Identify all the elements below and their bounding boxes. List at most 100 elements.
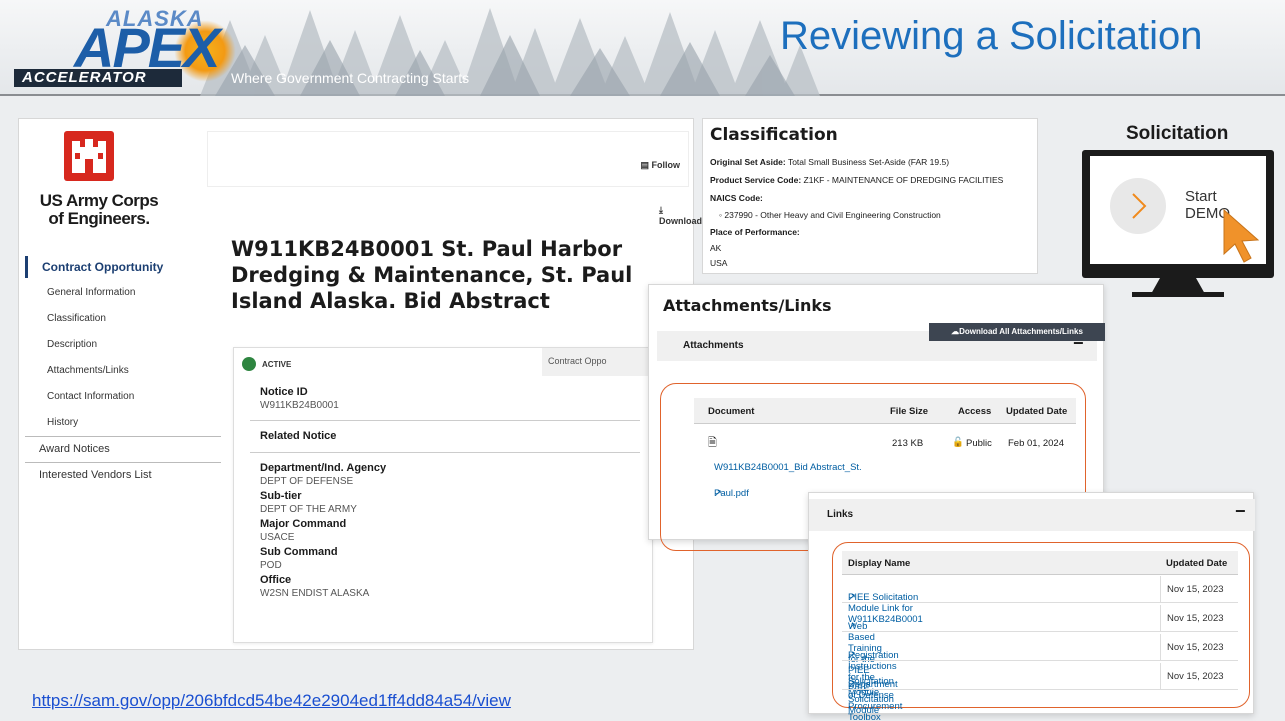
place-of-performance-label: Place of Performance:: [710, 227, 800, 237]
links-table-header: Display Name Updated Date: [842, 551, 1238, 575]
follow-label: Follow: [651, 160, 681, 170]
monitor-base: [1132, 292, 1224, 297]
col-updated-date: Updated Date: [1006, 406, 1068, 417]
naics-label: NAICS Code:: [710, 193, 763, 203]
attachments-heading: Attachments/Links: [663, 296, 832, 315]
logo-text-apex: APEX: [74, 16, 220, 79]
links-section-header[interactable]: Links: [809, 499, 1255, 531]
office-label: Office: [260, 574, 292, 586]
play-icon: [1110, 178, 1166, 234]
follow-icon: ▤: [640, 160, 652, 170]
department-value: DEPT OF DEFENSE: [260, 476, 354, 487]
set-aside-label: Original Set Aside:: [710, 157, 786, 167]
pop-country: USA: [710, 258, 728, 268]
nav-history[interactable]: History: [25, 410, 221, 436]
link-date: Nov 15, 2023: [1160, 605, 1224, 632]
updated-date-value: Feb 01, 2024: [1008, 438, 1064, 449]
download-all-label: Download All Attachments/Links: [959, 327, 1083, 336]
attachments-table-header: Document File Size Access Updated Date: [694, 398, 1076, 424]
demo-monitor[interactable]: Start DEMO: [1082, 150, 1274, 278]
classification-heading: Classification: [710, 125, 838, 145]
sub-command-value: POD: [260, 560, 282, 571]
col-document: Document: [708, 406, 755, 417]
nav-award-notices[interactable]: Award Notices: [25, 436, 221, 462]
related-notice-label: Related Notice: [260, 430, 337, 442]
slide-title: Reviewing a Solicitation: [780, 14, 1203, 58]
col-access: Access: [958, 406, 992, 417]
notice-title: W911KB24B0001 St. Paul Harbor Dredging &…: [231, 237, 633, 313]
nav-classification[interactable]: Classification: [25, 306, 221, 332]
tab-contract-opportunity[interactable]: Contract Oppo: [542, 348, 652, 376]
agency-name-line1: US Army Corps: [39, 191, 159, 210]
download-button[interactable]: ⤓ Download: [659, 205, 702, 226]
col-updated-date: Updated Date: [1166, 558, 1228, 569]
classification-panel: Classification Original Set Aside: Total…: [702, 118, 1038, 274]
link-row: ↗ PIEE Solicitation Module Link for W911K…: [842, 576, 1238, 625]
attachment-link[interactable]: W911KB24B0001_Bid Abstract_St.: [714, 462, 862, 473]
nav-attachments-links[interactable]: Attachments/Links: [25, 358, 221, 384]
psc-label: Product Service Code:: [710, 175, 802, 185]
product-service-code: Product Service Code: Z1KF - MAINTENANCE…: [710, 175, 1003, 185]
col-display-name: Display Name: [848, 558, 911, 569]
opportunity-panel: US Army Corps of Engineers. Contract Opp…: [18, 118, 702, 650]
set-aside: Original Set Aside: Total Small Business…: [710, 157, 949, 167]
unlock-icon: 🔓: [952, 437, 964, 448]
divider: [250, 452, 640, 453]
agency-name: US Army Corps of Engineers.: [39, 192, 159, 228]
subtier-label: Sub-tier: [260, 490, 302, 502]
slide: ALASKA APEX ACCELERATOR Where Government…: [0, 0, 1285, 721]
major-command-label: Major Command: [260, 518, 347, 530]
access-value: Public: [966, 438, 992, 449]
logo-text-accelerator: ACCELERATOR: [14, 69, 182, 87]
nav-general-information[interactable]: General Information: [25, 280, 221, 306]
status-badge: ACTIVE: [262, 360, 292, 369]
download-label: Download: [659, 216, 702, 226]
subtier-value: DEPT OF THE ARMY: [260, 504, 357, 515]
tagline: Where Government Contracting Starts: [231, 70, 470, 86]
notice-card: ACTIVE Contract Oppo Notice ID W911KB24B…: [233, 347, 653, 643]
follow-button[interactable]: ▤ Follow: [640, 160, 680, 171]
divider: [250, 420, 640, 421]
link-date: Nov 15, 2023: [1160, 634, 1224, 661]
links-section-label: Links: [827, 509, 854, 520]
action-bar: ▤ Follow: [207, 131, 689, 187]
office-value: W2SN ENDIST ALASKA: [260, 588, 370, 599]
nav-description[interactable]: Description: [25, 332, 221, 358]
link-date: Nov 15, 2023: [1160, 576, 1224, 603]
sub-command-label: Sub Command: [260, 546, 338, 558]
demo-screen: Start DEMO: [1090, 156, 1266, 264]
notice-id-label: Notice ID: [260, 386, 308, 398]
link-row: ↗ Department of Defense Procurement Toolb…: [842, 663, 1238, 721]
active-status-icon: [242, 357, 256, 371]
agency-name-line2: of Engineers.: [48, 209, 150, 228]
file-size-value: 213 KB: [892, 438, 924, 449]
side-nav: Contract Opportunity General Information…: [25, 256, 221, 488]
attachments-section-label: Attachments: [683, 340, 744, 351]
naics-value: ◦ 237990 - Other Heavy and Civil Enginee…: [719, 210, 941, 220]
major-command-value: USACE: [260, 532, 295, 543]
notice-id-value: W911KB24B0001: [260, 400, 339, 411]
start-label: Start: [1185, 188, 1217, 205]
castle-icon: [64, 131, 114, 181]
cloud-download-icon: ☁: [951, 327, 960, 336]
collapse-icon[interactable]: −: [1235, 501, 1246, 522]
nav-interested-vendors[interactable]: Interested Vendors List: [25, 462, 221, 488]
source-url-link[interactable]: https://sam.gov/opp/206bfdcd54be42e2904e…: [32, 691, 511, 711]
set-aside-value: Total Small Business Set-Aside (FAR 19.5…: [787, 157, 950, 167]
department-label: Department/Ind. Agency: [260, 462, 387, 474]
link-row: ↗ Web Based Training for the PIEE Solicit…: [842, 605, 1238, 698]
col-file-size: File Size: [890, 406, 929, 417]
link-row: ↗ Registration Instructions for the PIEE …: [842, 634, 1238, 716]
apex-logo: ALASKA APEX ACCELERATOR: [14, 6, 244, 91]
nav-contact-information[interactable]: Contact Information: [25, 384, 221, 410]
cursor-icon: [1223, 208, 1260, 263]
banner: ALASKA APEX ACCELERATOR Where Government…: [0, 0, 1285, 96]
solicitation-label: Solicitation: [1126, 123, 1229, 144]
link-date: Nov 15, 2023: [1160, 663, 1224, 690]
psc-value: Z1KF - MAINTENANCE OF DREDGING FACILITIE…: [803, 175, 1004, 185]
nav-contract-opportunity[interactable]: Contract Opportunity: [25, 256, 221, 278]
collapse-icon[interactable]: −: [1073, 333, 1084, 354]
pop-state: AK: [710, 243, 722, 253]
external-link-icon: ↗: [714, 488, 722, 499]
pdf-file-icon: 🗎: [708, 437, 717, 449]
